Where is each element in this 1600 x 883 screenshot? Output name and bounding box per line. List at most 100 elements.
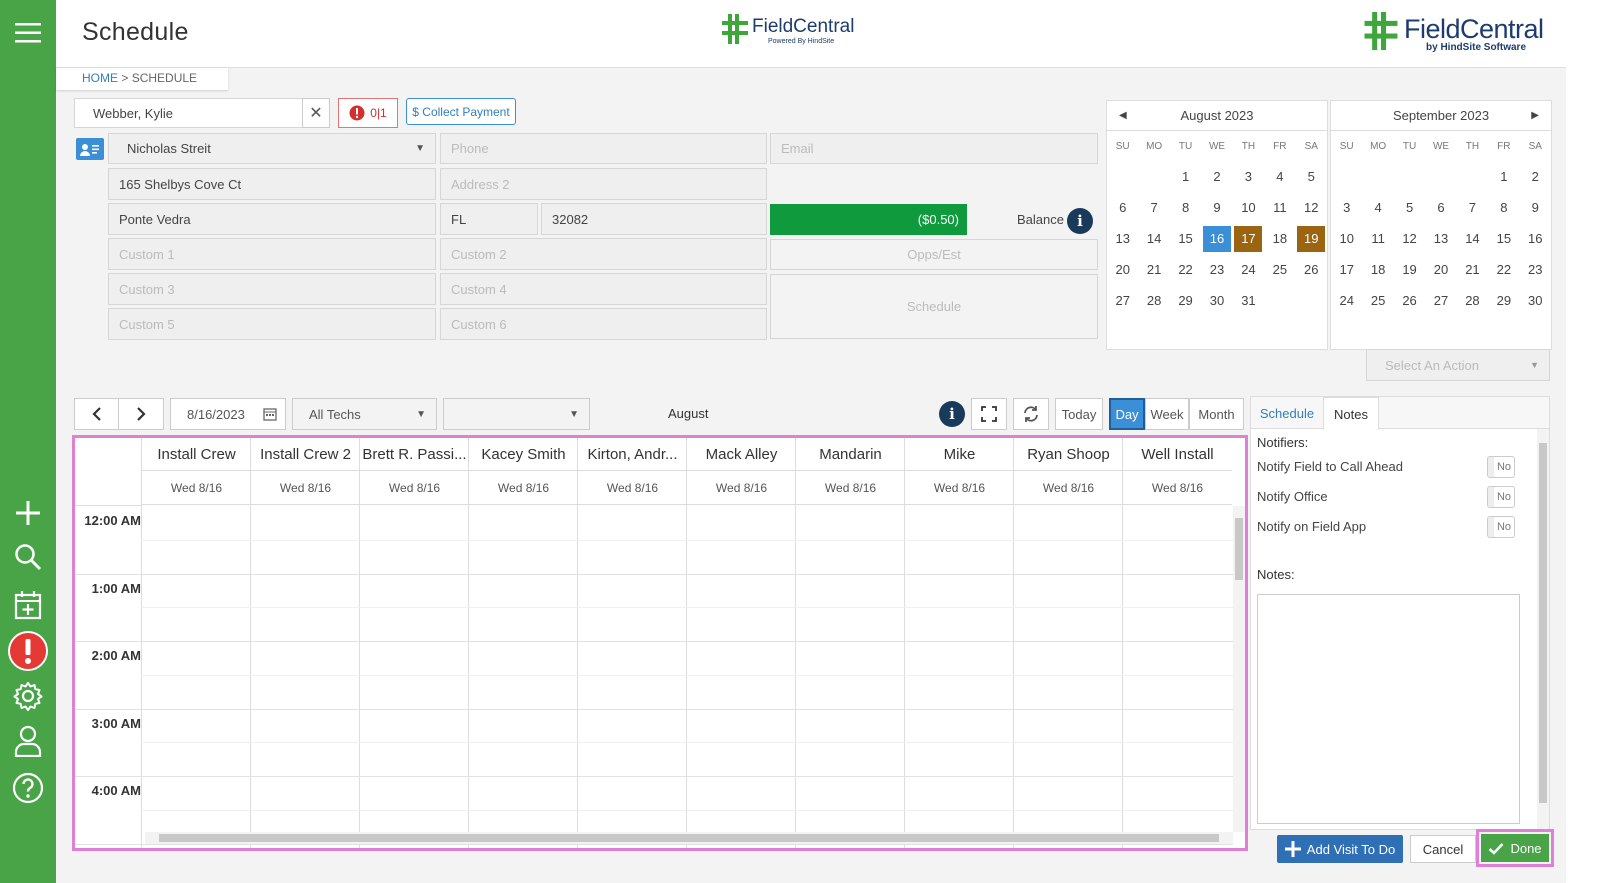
tech-column[interactable]: Well Install Wed 8/16 — [1122, 438, 1232, 848]
schedule-button[interactable]: Schedule — [770, 274, 1098, 339]
next-day-button[interactable] — [118, 398, 164, 430]
contact-card-icon[interactable] — [76, 138, 104, 160]
calendar-day[interactable]: 23 — [1201, 254, 1232, 285]
refresh-button[interactable] — [1013, 398, 1049, 430]
calendar-day[interactable]: 28 — [1138, 285, 1169, 316]
calendar-day[interactable]: 19 — [1296, 223, 1327, 254]
customer-name-input[interactable]: Webber, Kylie — [74, 98, 303, 128]
calendar-day[interactable]: 24 — [1233, 254, 1264, 285]
calendar-day[interactable]: 21 — [1138, 254, 1169, 285]
calendar-day[interactable]: 21 — [1457, 254, 1488, 285]
month-view-button[interactable]: Month — [1189, 398, 1244, 430]
calendar-day[interactable]: 24 — [1331, 285, 1362, 316]
calendar-day[interactable]: 20 — [1107, 254, 1138, 285]
tech-column[interactable]: Mack Alley Wed 8/16 — [686, 438, 796, 848]
calendar-day[interactable]: 16 — [1201, 223, 1232, 254]
calendar-day[interactable]: 22 — [1488, 254, 1519, 285]
day-view-button[interactable]: Day — [1109, 398, 1145, 430]
breadcrumb-home[interactable]: HOME — [82, 71, 118, 85]
calendar-day[interactable]: 2 — [1201, 161, 1232, 192]
calendar-day[interactable]: 12 — [1296, 192, 1327, 223]
alert-count-button[interactable]: 0|1 — [338, 98, 398, 128]
tech-column[interactable]: Kacey Smith Wed 8/16 — [468, 438, 578, 848]
calendar-day[interactable]: 27 — [1425, 285, 1456, 316]
help-icon[interactable] — [9, 769, 47, 807]
calendar-day[interactable]: 7 — [1138, 192, 1169, 223]
address1-field[interactable]: 165 Shelbys Cove Ct — [108, 168, 436, 200]
tech-column[interactable]: Mandarin Wed 8/16 — [795, 438, 905, 848]
state-field[interactable]: FL — [440, 203, 538, 235]
custom1-field[interactable]: Custom 1 — [108, 238, 436, 270]
calendar-day[interactable]: 30 — [1201, 285, 1232, 316]
tech-column[interactable]: Brett R. Passi... Wed 8/16 — [359, 438, 469, 848]
calendar-day[interactable]: 29 — [1170, 285, 1201, 316]
calendar-day[interactable]: 29 — [1488, 285, 1519, 316]
calendar-day[interactable]: 15 — [1488, 223, 1519, 254]
tech-column[interactable]: Install Crew 2 Wed 8/16 — [250, 438, 360, 848]
calendar-day[interactable]: 14 — [1457, 223, 1488, 254]
calendar-day[interactable]: 6 — [1107, 192, 1138, 223]
calendar-day[interactable]: 16 — [1520, 223, 1551, 254]
calendar-day[interactable]: 10 — [1331, 223, 1362, 254]
calendar-day[interactable]: 14 — [1138, 223, 1169, 254]
address2-field[interactable]: Address 2 — [440, 168, 767, 200]
tech-column[interactable]: Ryan Shoop Wed 8/16 — [1013, 438, 1123, 848]
notifier-toggle[interactable]: No — [1487, 456, 1515, 478]
fullscreen-button[interactable] — [971, 398, 1007, 430]
calendar-day[interactable]: 3 — [1233, 161, 1264, 192]
user-icon[interactable] — [9, 722, 47, 760]
calendar-day[interactable]: 8 — [1488, 192, 1519, 223]
opps-est-button[interactable]: Opps/Est — [770, 239, 1098, 270]
done-button[interactable]: Done — [1481, 834, 1549, 862]
scrollbar-thumb[interactable] — [1539, 443, 1547, 803]
panel-scrollbar[interactable] — [1537, 429, 1549, 829]
email-field[interactable]: Email — [770, 133, 1098, 164]
custom5-field[interactable]: Custom 5 — [108, 308, 436, 340]
calendar-day[interactable]: 3 — [1331, 192, 1362, 223]
calendar-day[interactable]: 11 — [1264, 192, 1295, 223]
calendar-day[interactable]: 10 — [1233, 192, 1264, 223]
clear-customer-button[interactable]: ✕ — [302, 98, 330, 128]
scrollbar-thumb[interactable] — [159, 834, 1219, 842]
prev-day-button[interactable] — [74, 398, 119, 430]
calendar-day[interactable]: 13 — [1425, 223, 1456, 254]
select-action-dropdown[interactable]: Select An Action ▼ — [1366, 349, 1550, 381]
calendar-day[interactable]: 25 — [1362, 285, 1393, 316]
info-icon[interactable]: i — [1067, 208, 1093, 234]
prev-month-icon[interactable]: ◀ — [1119, 110, 1127, 121]
calendar-day[interactable]: 4 — [1362, 192, 1393, 223]
calendar-day[interactable]: 22 — [1170, 254, 1201, 285]
calendar-add-icon[interactable] — [9, 586, 47, 624]
calendar-day[interactable]: 6 — [1425, 192, 1456, 223]
secondary-dropdown[interactable]: ▼ — [443, 398, 590, 430]
today-button[interactable]: Today — [1055, 398, 1103, 430]
custom6-field[interactable]: Custom 6 — [440, 308, 767, 340]
calendar-day[interactable]: 19 — [1394, 254, 1425, 285]
calendar-day[interactable]: 17 — [1233, 223, 1264, 254]
scrollbar-thumb[interactable] — [1235, 518, 1243, 580]
custom2-field[interactable]: Custom 2 — [440, 238, 767, 270]
date-picker-input[interactable]: 8/16/2023 — [170, 398, 286, 430]
calendar-day[interactable]: 26 — [1296, 254, 1327, 285]
calendar-day[interactable]: 13 — [1107, 223, 1138, 254]
calendar-day[interactable]: 18 — [1264, 223, 1295, 254]
info-icon[interactable]: i — [939, 401, 965, 427]
calendar-day[interactable]: 23 — [1520, 254, 1551, 285]
custom4-field[interactable]: Custom 4 — [440, 273, 767, 305]
alert-icon[interactable] — [7, 630, 49, 672]
calendar-day[interactable]: 31 — [1233, 285, 1264, 316]
calendar-day[interactable]: 1 — [1488, 161, 1519, 192]
week-view-button[interactable]: Week — [1145, 398, 1189, 430]
zip-field[interactable]: 32082 — [541, 203, 767, 235]
vertical-scrollbar[interactable] — [1233, 506, 1245, 832]
techs-dropdown[interactable]: All Techs ▼ — [292, 398, 437, 430]
cancel-button[interactable]: Cancel — [1410, 835, 1476, 863]
next-month-icon[interactable]: ▶ — [1531, 110, 1539, 121]
tech-column[interactable]: Mike Wed 8/16 — [904, 438, 1014, 848]
calendar-day[interactable]: 26 — [1394, 285, 1425, 316]
calendar-day[interactable]: 27 — [1107, 285, 1138, 316]
calendar-day[interactable]: 7 — [1457, 192, 1488, 223]
calendar-day[interactable]: 30 — [1520, 285, 1551, 316]
calendar-day[interactable]: 5 — [1394, 192, 1425, 223]
tab-schedule[interactable]: Schedule — [1251, 397, 1323, 429]
